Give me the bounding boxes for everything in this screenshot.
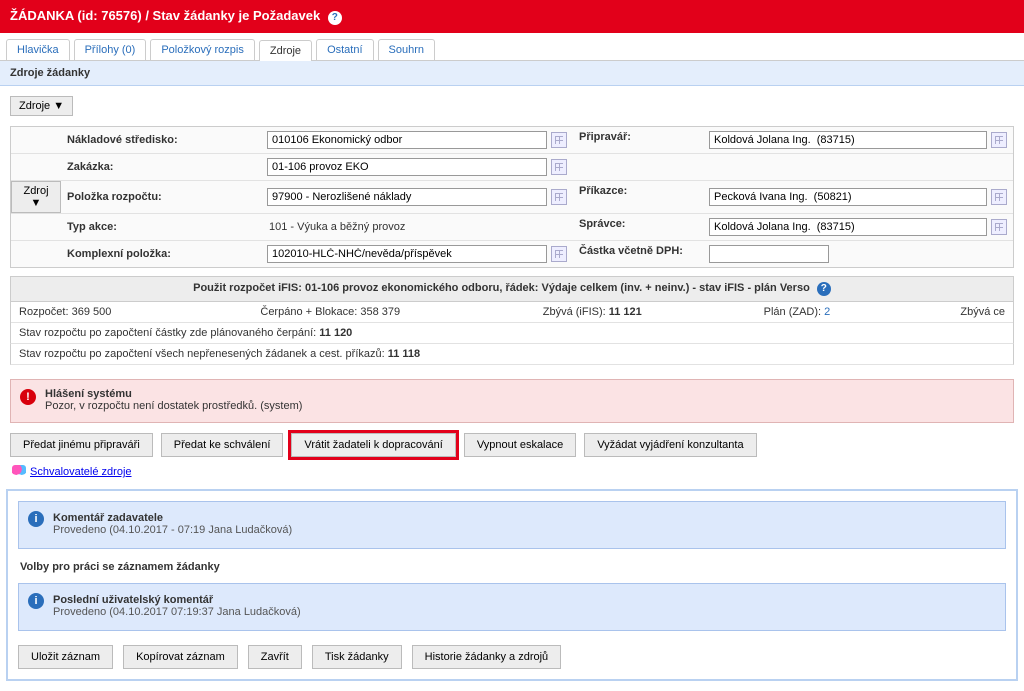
value-zbyva-ifis: 11 121 xyxy=(609,306,642,318)
ulozit-zaznam-button[interactable]: Uložit záznam xyxy=(18,645,113,669)
people-icon xyxy=(12,465,26,479)
stav-line-1: Stav rozpočtu po započtení částky zde pl… xyxy=(10,323,1014,344)
link-plan-zad[interactable]: 2 xyxy=(824,306,830,318)
input-castka-dph[interactable] xyxy=(709,245,829,263)
label-zakazka: Zakázka: xyxy=(61,154,261,180)
posledni-komentar-box: i Poslední uživatelský komentář Proveden… xyxy=(18,583,1006,631)
picker-icon[interactable] xyxy=(551,189,567,205)
value-cerpano: 358 379 xyxy=(360,306,400,318)
input-zakazka[interactable] xyxy=(267,158,547,176)
input-nakladove-stredisko[interactable] xyxy=(267,131,547,149)
posledni-komentar-title: Poslední uživatelský komentář xyxy=(53,594,995,606)
budget-row: Rozpočet: 369 500 Čerpáno + Blokace: 358… xyxy=(10,302,1014,323)
komentar-zadavatele-box: i Komentář zadavatele Provedeno (04.10.2… xyxy=(18,501,1006,549)
tab-polozkovy-rozpis[interactable]: Položkový rozpis xyxy=(150,39,255,60)
action-button-row: Předat jinému připraváři Předat ke schvá… xyxy=(10,433,1014,457)
picker-icon[interactable] xyxy=(551,132,567,148)
alert-icon: ! xyxy=(20,389,36,405)
tab-ostatni[interactable]: Ostatní xyxy=(316,39,373,60)
tab-hlavicka[interactable]: Hlavička xyxy=(6,39,70,60)
picker-icon[interactable] xyxy=(991,132,1007,148)
input-pripravar[interactable] xyxy=(709,131,987,149)
label-spravce: Správce: xyxy=(573,214,703,240)
bottom-action-row: Uložit záznam Kopírovat záznam Zavřít Ti… xyxy=(18,645,1006,669)
label-plan-zad: Plán (ZAD): xyxy=(764,306,821,318)
tisk-zadanky-button[interactable]: Tisk žádanky xyxy=(312,645,402,669)
help-icon[interactable]: ? xyxy=(817,282,831,296)
vypnout-eskalace-button[interactable]: Vypnout eskalace xyxy=(464,433,576,457)
info-icon: i xyxy=(28,511,44,527)
label-typ-akce: Typ akce: xyxy=(61,214,261,240)
komentar-title: Komentář zadavatele xyxy=(53,512,995,524)
vyzadat-vyjadreni-button[interactable]: Vyžádat vyjádření konzultanta xyxy=(584,433,756,457)
label-nakladove-stredisko: Nákladové středisko: xyxy=(61,127,261,153)
kopirovat-zaznam-button[interactable]: Kopírovat záznam xyxy=(123,645,238,669)
value-rozpocet: 369 500 xyxy=(72,306,112,318)
label-rozpocet: Rozpočet: xyxy=(19,306,69,318)
help-icon[interactable]: ? xyxy=(328,11,342,25)
budget-title: Použit rozpočet iFIS: 01-106 provoz ekon… xyxy=(193,282,810,294)
label-polozka-rozpoctu: Položka rozpočtu: xyxy=(61,181,261,213)
historie-button[interactable]: Historie žádanky a zdrojů xyxy=(412,645,562,669)
page-title: ŽÁDANKA (id: 76576) / Stav žádanky je Po… xyxy=(10,8,320,23)
predat-ke-schvaleni-button[interactable]: Předat ke schválení xyxy=(161,433,284,457)
stav-line-2: Stav rozpočtu po započtení všech nepřene… xyxy=(10,344,1014,365)
label-cerpano: Čerpáno + Blokace: xyxy=(260,306,357,318)
label-prikazce: Příkazce: xyxy=(573,181,703,213)
tab-zdroje[interactable]: Zdroje xyxy=(259,40,312,61)
label-castka-dph: Částka včetně DPH: xyxy=(573,241,703,267)
lower-panel: i Komentář zadavatele Provedeno (04.10.2… xyxy=(6,489,1018,681)
tab-bar: Hlavička Přílohy (0) Položkový rozpis Zd… xyxy=(0,33,1024,61)
zdroje-dropdown-button[interactable]: Zdroje ▼ xyxy=(10,96,73,116)
vratit-zadateli-button[interactable]: Vrátit žadateli k dopracování xyxy=(291,433,455,457)
label-pripravar: Připravář: xyxy=(573,127,703,153)
system-alert: ! Hlášení systému Pozor, v rozpočtu není… xyxy=(10,379,1014,423)
picker-icon[interactable] xyxy=(991,189,1007,205)
label-komplexni-polozka: Komplexní položka: xyxy=(61,241,261,267)
section-subheader: Zdroje žádanky xyxy=(0,61,1024,86)
posledni-komentar-sub: Provedeno (04.10.2017 07:19:37 Jana Luda… xyxy=(53,606,995,618)
value-typ-akce: 101 - Výuka a běžný provoz xyxy=(267,221,405,233)
stav-value-1: 11 120 xyxy=(319,327,352,339)
zdroj-dropdown-button[interactable]: Zdroj ▼ xyxy=(11,181,61,213)
picker-icon[interactable] xyxy=(991,219,1007,235)
predat-jinemu-button[interactable]: Předat jinému připraváři xyxy=(10,433,153,457)
form-grid: Nákladové středisko: Připravář: Zakázka:… xyxy=(10,126,1014,268)
page-header: ŽÁDANKA (id: 76576) / Stav žádanky je Po… xyxy=(0,0,1024,33)
komentar-sub: Provedeno (04.10.2017 - 07:19 Jana Ludač… xyxy=(53,524,995,536)
input-polozka-rozpoctu[interactable] xyxy=(267,188,547,206)
section-volby-title: Volby pro práci se záznamem žádanky xyxy=(20,561,1004,573)
input-spravce[interactable] xyxy=(709,218,987,236)
alert-title: Hlášení systému xyxy=(45,388,1003,400)
info-icon: i xyxy=(28,593,44,609)
input-prikazce[interactable] xyxy=(709,188,987,206)
stav-value-2: 11 118 xyxy=(388,348,420,360)
tab-prilohy[interactable]: Přílohy (0) xyxy=(74,39,147,60)
label-zbyva-ce: Zbývá ce xyxy=(960,306,1005,318)
zavrit-button[interactable]: Zavřít xyxy=(248,645,302,669)
schvalovatele-link[interactable]: Schvalovatelé zdroje xyxy=(30,466,132,478)
picker-icon[interactable] xyxy=(551,159,567,175)
tab-souhrn[interactable]: Souhrn xyxy=(378,39,435,60)
input-komplexni-polozka[interactable] xyxy=(267,245,547,263)
picker-icon[interactable] xyxy=(551,246,567,262)
label-zbyva-ifis: Zbývá (iFIS): xyxy=(543,306,606,318)
budget-title-bar: Použit rozpočet iFIS: 01-106 provoz ekon… xyxy=(10,276,1014,302)
alert-body: Pozor, v rozpočtu není dostatek prostřed… xyxy=(45,400,1003,412)
